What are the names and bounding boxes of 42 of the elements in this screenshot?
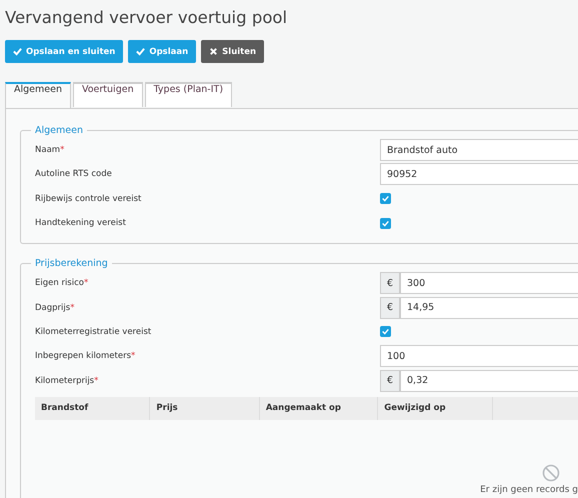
input-field[interactable]: Brandstof auto	[380, 139, 578, 162]
field-label: Inbegrepen kilometers	[35, 351, 132, 362]
column-header: Prijs	[150, 396, 260, 420]
required-mark: *	[131, 351, 136, 362]
input-field[interactable]: 0,32	[400, 370, 578, 392]
field-label: Dagprijs	[35, 302, 70, 313]
input-field[interactable]: 90952	[380, 163, 578, 186]
input-field[interactable]: 100	[380, 345, 578, 368]
required-mark: *	[60, 145, 64, 156]
check-icon	[136, 47, 146, 56]
no-entry-icon	[542, 464, 560, 482]
input-field[interactable]: 14,95	[400, 296, 578, 319]
tab[interactable]: Types (Plan-IT)	[144, 82, 232, 107]
empty-message: Er zijn geen records g	[480, 484, 578, 495]
section-title: Algemeen	[34, 125, 84, 136]
tab[interactable]: Algemeen	[5, 82, 71, 108]
column-header: Gewijzigd op	[378, 396, 493, 420]
field-label: Kilometerregistratie vereist	[35, 326, 152, 337]
page-title: Vervangend vervoer voertuig pool	[4, 7, 288, 29]
required-mark: *	[84, 278, 88, 288]
checkbox[interactable]	[380, 193, 391, 204]
required-mark: *	[94, 376, 98, 386]
close-icon	[209, 47, 218, 56]
check-icon	[13, 47, 22, 56]
close-button[interactable]: Sluiten	[201, 40, 264, 63]
checkbox[interactable]	[380, 326, 391, 338]
currency-addon: €	[380, 370, 400, 392]
required-mark: *	[70, 302, 74, 313]
currency-addon: €	[380, 272, 400, 294]
input-field[interactable]: 300	[400, 272, 578, 294]
checkbox[interactable]	[380, 218, 391, 229]
currency-addon: €	[380, 296, 400, 319]
tab[interactable]: Voertuigen	[72, 82, 143, 107]
field-label: Eigen risico	[35, 278, 84, 288]
field-label: Autoline RTS code	[35, 169, 112, 180]
field-label: Naam	[35, 145, 60, 156]
column-header: Brandstof	[35, 396, 150, 420]
field-label: Rijbewijs controle vereist	[35, 194, 142, 204]
column-header: Aangemaakt op	[259, 396, 378, 420]
field-label: Handtekening vereist	[35, 218, 126, 228]
field-label: Kilometerprijs	[35, 376, 94, 386]
section-title: Prijsberekening	[34, 258, 109, 270]
